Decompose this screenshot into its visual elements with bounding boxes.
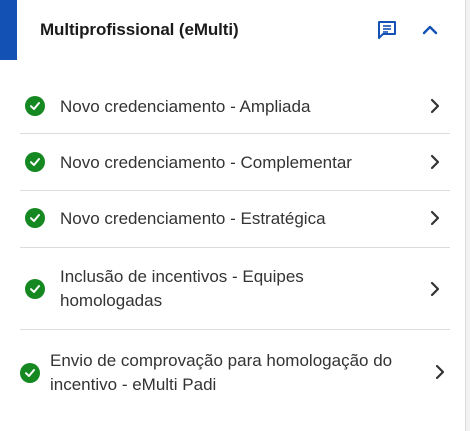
- list-item-label: Envio de comprovação para homologação do…: [50, 351, 393, 394]
- list-item[interactable]: Novo credenciamento - Estratégica: [20, 191, 450, 248]
- chevron-right-icon: [435, 364, 445, 380]
- comment-button[interactable]: [374, 17, 400, 43]
- check-circle-icon: [25, 279, 45, 299]
- list-item[interactable]: Envio de comprovação para homologação do…: [20, 330, 450, 410]
- check-circle-icon: [20, 363, 40, 383]
- section-title: Multiprofissional (eMulti): [40, 20, 239, 39]
- check-circle-icon: [25, 152, 45, 172]
- list-item[interactable]: Novo credenciamento - Complementar: [20, 134, 450, 191]
- chevron-right-icon: [430, 281, 440, 297]
- list-item-label: Novo credenciamento - Estratégica: [60, 209, 326, 228]
- section-header[interactable]: Multiprofissional (eMulti): [0, 0, 466, 60]
- list-item[interactable]: Novo credenciamento - Ampliada: [20, 78, 450, 134]
- chevron-right-icon: [430, 210, 440, 226]
- chevron-up-icon: [422, 25, 438, 35]
- list-item-label: Inclusão de incentivos - Equipes homolog…: [60, 267, 304, 310]
- list-item-label: Novo credenciamento - Ampliada: [60, 97, 311, 116]
- chevron-right-icon: [430, 98, 440, 114]
- emulti-section-panel: Multiprofissional (eMulti) Novo credenci…: [0, 0, 466, 431]
- step-list: Novo credenciamento - Ampliada Novo cred…: [20, 78, 450, 410]
- check-circle-icon: [25, 208, 45, 228]
- list-item[interactable]: Inclusão de incentivos - Equipes homolog…: [20, 248, 450, 330]
- collapse-section-button[interactable]: [417, 17, 443, 43]
- chevron-right-icon: [430, 154, 440, 170]
- check-circle-icon: [25, 96, 45, 116]
- comment-icon: [378, 21, 396, 39]
- list-item-label: Novo credenciamento - Complementar: [60, 153, 352, 172]
